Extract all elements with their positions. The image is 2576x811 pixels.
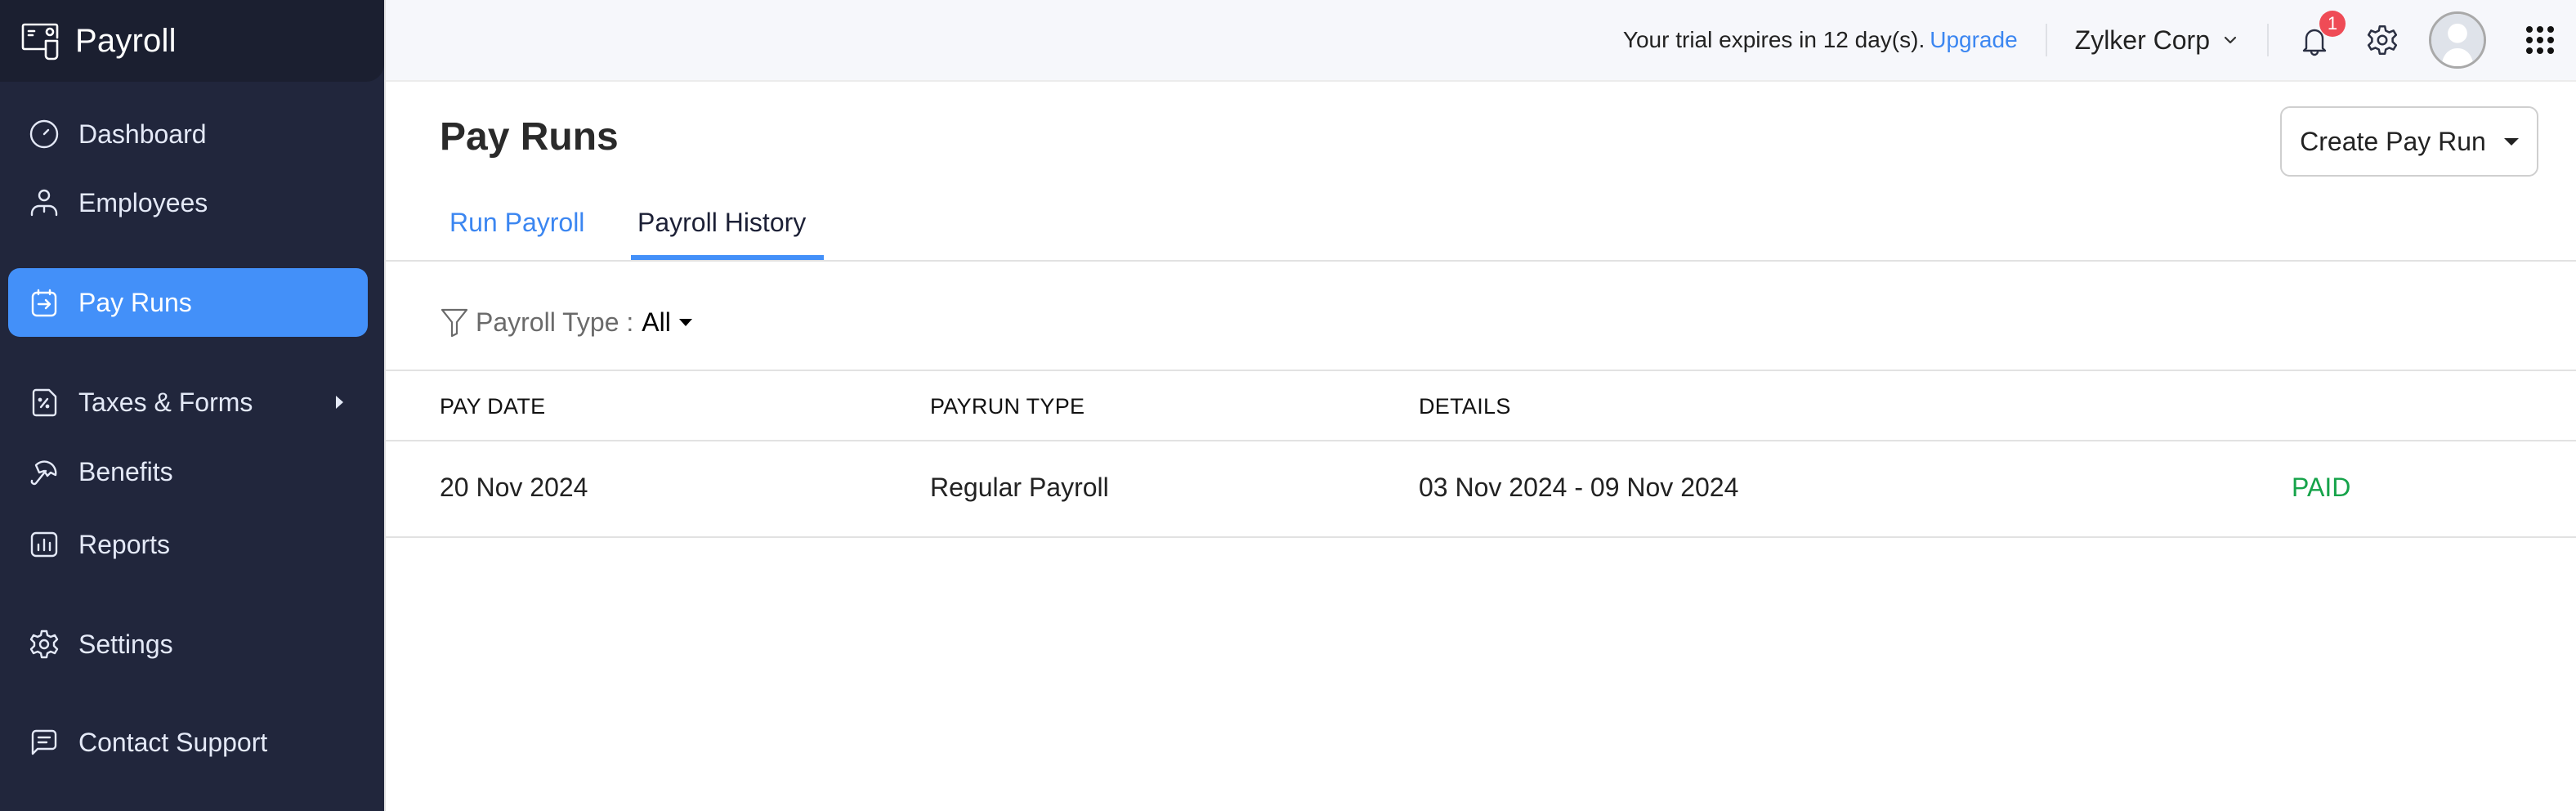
gear-icon bbox=[29, 630, 59, 659]
top-bar: Your trial expires in 12 day(s). Upgrade … bbox=[386, 0, 2576, 82]
caret-down-icon bbox=[678, 318, 692, 326]
payrun-type-cell: Regular Payroll bbox=[930, 473, 1109, 502]
calendar-arrow-icon bbox=[31, 289, 57, 317]
caret-down-icon bbox=[2503, 137, 2519, 146]
status-badge: PAID bbox=[2292, 473, 2351, 502]
table-header: PAY DATE PAYRUN TYPE DETAILS bbox=[386, 370, 2576, 441]
column-header-pay-date: PAY DATE bbox=[440, 394, 546, 419]
payroll-history-table: PAY DATE PAYRUN TYPE DETAILS 20 Nov 2024… bbox=[386, 370, 2576, 538]
app-root: Payroll Dashboard Employees Pay Runs Tax… bbox=[0, 0, 2576, 811]
sidebar-item-label: Dashboard bbox=[78, 119, 207, 149]
sidebar-item-employees[interactable]: Employees bbox=[8, 168, 368, 237]
sidebar-item-reports[interactable]: Reports bbox=[8, 510, 368, 579]
brand[interactable]: Payroll bbox=[0, 0, 384, 82]
org-name: Zylker Corp bbox=[2074, 25, 2210, 55]
tab-payroll-history[interactable]: Payroll History bbox=[637, 208, 806, 238]
percent-doc-icon bbox=[32, 388, 57, 417]
notifications-button[interactable]: 1 bbox=[2296, 11, 2346, 58]
create-pay-run-label: Create Pay Run bbox=[2300, 126, 2486, 156]
sidebar-item-taxes-forms[interactable]: Taxes & Forms bbox=[8, 368, 368, 437]
sidebar-item-dashboard[interactable]: Dashboard bbox=[8, 100, 368, 168]
payroll-logo-icon bbox=[21, 23, 59, 60]
sidebar-item-label: Contact Support bbox=[78, 727, 268, 757]
umbrella-icon bbox=[30, 460, 57, 486]
column-header-payrun-type: PAYRUN TYPE bbox=[930, 394, 1085, 419]
bar-chart-icon bbox=[30, 531, 58, 558]
column-header-details: DETAILS bbox=[1419, 394, 1511, 419]
sidebar-item-benefits[interactable]: Benefits bbox=[8, 437, 368, 506]
active-tab-indicator bbox=[631, 255, 824, 260]
upgrade-link[interactable]: Upgrade bbox=[1930, 27, 2017, 52]
tab-run-payroll[interactable]: Run Payroll bbox=[449, 208, 584, 238]
app-name: Payroll bbox=[75, 22, 177, 59]
divider bbox=[2267, 24, 2269, 56]
details-cell: 03 Nov 2024 - 09 Nov 2024 bbox=[1419, 473, 1739, 502]
app-launcher-button[interactable] bbox=[2524, 24, 2556, 56]
sidebar-item-contact-support[interactable]: Contact Support bbox=[8, 708, 368, 777]
filter-label: Payroll Type : bbox=[476, 307, 634, 337]
avatar[interactable] bbox=[2429, 11, 2486, 69]
user-icon bbox=[30, 189, 58, 217]
sidebar-item-label: Settings bbox=[78, 629, 173, 659]
sidebar-item-pay-runs[interactable]: Pay Runs bbox=[8, 268, 368, 337]
grid-icon bbox=[2526, 26, 2554, 54]
sidebar-item-label: Reports bbox=[78, 529, 171, 559]
gauge-icon bbox=[29, 119, 59, 149]
pay-date-cell: 20 Nov 2024 bbox=[440, 473, 588, 502]
page-title: Pay Runs bbox=[440, 115, 619, 159]
sidebar-item-label: Employees bbox=[78, 187, 208, 217]
sidebar-item-label: Pay Runs bbox=[78, 287, 192, 317]
divider bbox=[2045, 24, 2047, 56]
trial-text: Your trial expires in 12 day(s). bbox=[1622, 27, 1925, 52]
chevron-down-icon bbox=[2224, 36, 2237, 44]
sidebar-item-label: Benefits bbox=[78, 456, 173, 486]
create-pay-run-button[interactable]: Create Pay Run bbox=[2280, 106, 2538, 177]
chevron-right-icon bbox=[336, 396, 343, 409]
page-header: Pay Runs Create Pay Run Run Payroll Payr… bbox=[386, 82, 2576, 262]
payroll-type-filter[interactable]: Payroll Type : All bbox=[440, 306, 692, 338]
notification-badge: 1 bbox=[2319, 11, 2346, 37]
settings-button[interactable] bbox=[2365, 23, 2399, 57]
org-switcher[interactable]: Zylker Corp bbox=[2075, 25, 2239, 56]
user-silhouette-icon bbox=[2431, 14, 2484, 66]
gear-icon bbox=[2367, 25, 2398, 56]
table-row[interactable]: 20 Nov 2024 Regular Payroll 03 Nov 2024 … bbox=[386, 441, 2576, 538]
main-content: Your trial expires in 12 day(s). Upgrade … bbox=[384, 0, 2576, 811]
sidebar-item-label: Taxes & Forms bbox=[78, 387, 253, 417]
trial-notice: Your trial expires in 12 day(s). Upgrade bbox=[1623, 27, 2018, 53]
filter-icon bbox=[441, 308, 468, 338]
sidebar: Payroll Dashboard Employees Pay Runs Tax… bbox=[0, 0, 384, 811]
filter-value: All bbox=[642, 307, 671, 337]
sidebar-item-settings[interactable]: Settings bbox=[8, 610, 368, 679]
chat-icon bbox=[31, 729, 57, 755]
